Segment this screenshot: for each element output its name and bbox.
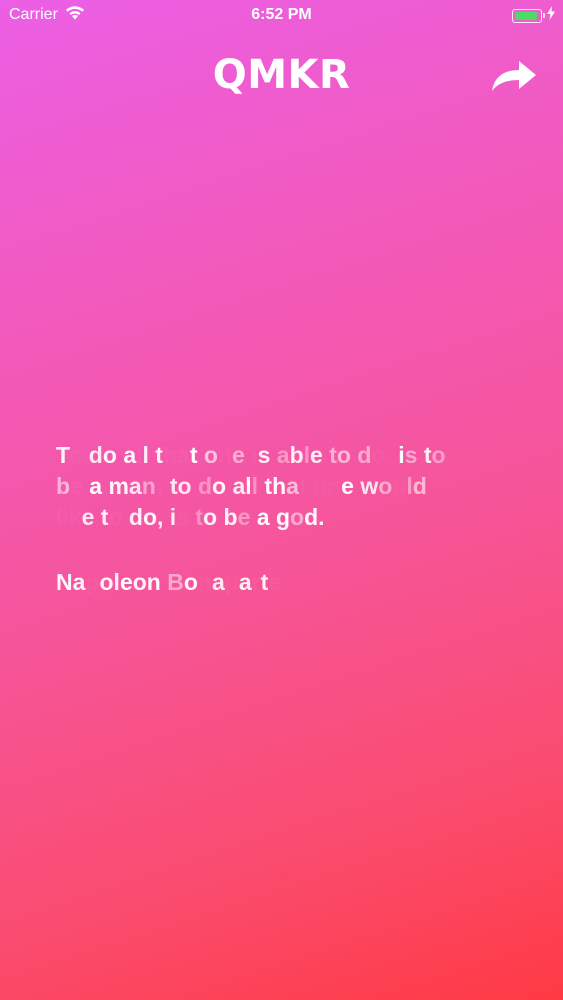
battery-level [515,11,537,20]
quote-line: be a man; to do all that one would [56,473,427,499]
status-bar: Carrier 6:52 PM [0,0,563,30]
share-arrow-icon [490,59,538,98]
share-button[interactable] [489,58,539,98]
battery-cap [543,13,545,18]
quote-author: Napoleon Bonaparte [56,569,269,595]
quote-line: like to do, is to be a god. [81,504,325,530]
charging-bolt-icon [547,6,555,25]
app-logo: QMKR [212,52,351,98]
status-time: 6:52 PM [251,6,312,23]
battery-icon [512,8,545,23]
quote-block: To do all that one is able to do, is to … [56,440,506,598]
status-right [512,6,555,25]
quote-line: To do all that one is able to do, is to [56,442,446,468]
